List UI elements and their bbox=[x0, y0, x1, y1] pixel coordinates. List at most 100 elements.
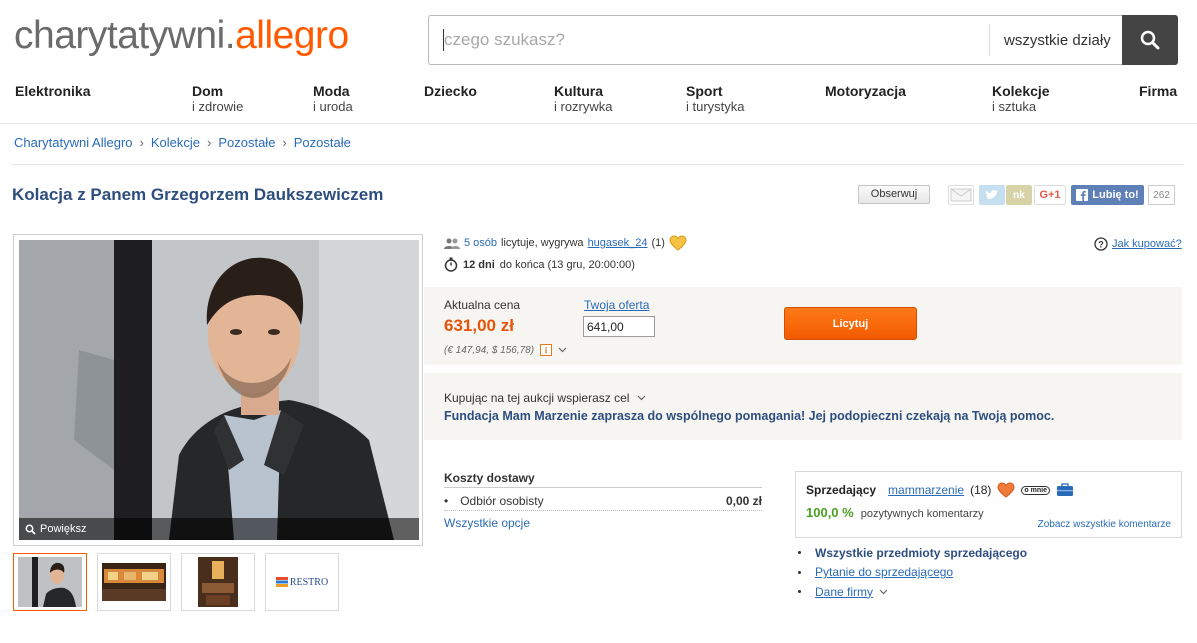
category-label: Moda bbox=[313, 83, 350, 99]
envelope-icon bbox=[950, 188, 972, 202]
site-logo[interactable]: charytatywni.allegro bbox=[14, 14, 349, 58]
search-input[interactable] bbox=[429, 16, 989, 64]
how-to-buy-label: Jak kupować? bbox=[1112, 238, 1182, 250]
about-me-badge[interactable]: o mnie bbox=[1021, 485, 1050, 495]
your-offer-label[interactable]: Twoja oferta bbox=[584, 298, 649, 312]
category-kultura[interactable]: Kultura i rozrywka bbox=[554, 83, 613, 115]
list-item: Pytanie do sprzedającego bbox=[798, 563, 1027, 583]
category-firma[interactable]: Firma bbox=[1139, 84, 1177, 99]
like-count: 262 bbox=[1148, 185, 1175, 205]
breadcrumb-item[interactable]: Pozostałe bbox=[218, 135, 275, 150]
category-nav: Elektronika Dom i zdrowie Moda i uroda Dzi… bbox=[0, 84, 1197, 124]
ask-seller-link[interactable]: Pytanie do sprzedającego bbox=[815, 565, 953, 579]
main-image-frame[interactable]: Powiększ bbox=[13, 234, 423, 546]
breadcrumb-item[interactable]: Pozostałe bbox=[294, 135, 351, 150]
seller-box: Sprzedający mammarzenie (18) o mnie 100,… bbox=[795, 471, 1182, 538]
thumbnail-2[interactable] bbox=[97, 553, 171, 611]
bullet bbox=[798, 590, 801, 594]
shipping-method: • Odbiór osobisty bbox=[444, 494, 544, 508]
main-product-photo[interactable]: Powiększ bbox=[19, 240, 419, 540]
charity-label-text: Kupując na tej aukcji wspierasz cel bbox=[444, 391, 630, 405]
like-label: Lubię to! bbox=[1092, 189, 1139, 201]
man-in-suit-photo bbox=[19, 240, 419, 540]
charity-label[interactable]: Kupując na tej aukcji wspierasz cel bbox=[444, 391, 646, 405]
facebook-like-button[interactable]: Lubię to! bbox=[1071, 185, 1144, 205]
currency-conversion: (€ 147,94, $ 156,78) i bbox=[444, 344, 567, 356]
category-moda[interactable]: Moda i uroda bbox=[313, 83, 353, 115]
zoom-button[interactable]: Powiększ bbox=[19, 518, 419, 540]
end-time: do końca (13 gru, 20:00:00) bbox=[499, 258, 635, 271]
category-dom[interactable]: Dom i zdrowie bbox=[192, 84, 244, 115]
twitter-share-button[interactable] bbox=[979, 185, 1005, 205]
text-cursor bbox=[443, 29, 444, 51]
breadcrumb-separator: › bbox=[282, 135, 287, 150]
category-label: Kultura bbox=[554, 83, 603, 99]
seller-row: Sprzedający mammarzenie (18) o mnie bbox=[806, 482, 1074, 498]
email-share-button[interactable] bbox=[948, 185, 974, 205]
help-circle-icon: ? bbox=[1094, 237, 1108, 251]
company-data-link[interactable]: Dane firmy bbox=[815, 585, 873, 599]
all-shipping-options-link[interactable]: Wszystkie opcje bbox=[444, 516, 530, 530]
bidders-info: 5 osób licytuje, wygrywa hugasek_24 (1) bbox=[444, 235, 687, 251]
shipping-heading: Koszty dostawy bbox=[444, 471, 762, 488]
people-icon bbox=[444, 238, 460, 249]
thumbnail-4[interactable]: RESTRO bbox=[265, 553, 339, 611]
bid-button[interactable]: Licytuj bbox=[784, 307, 917, 340]
observe-button[interactable]: Obserwuj bbox=[858, 185, 930, 204]
category-label: Firma bbox=[1139, 83, 1178, 99]
how-to-buy-link[interactable]: ? Jak kupować? bbox=[1094, 237, 1182, 251]
breadcrumb-separator: › bbox=[139, 135, 144, 150]
all-comments-link[interactable]: Zobacz wszystkie komentarze bbox=[1038, 519, 1171, 530]
heart-icon bbox=[997, 482, 1015, 498]
restro-logo-text: RESTRO bbox=[289, 576, 329, 588]
stopwatch-icon bbox=[444, 257, 458, 272]
conversion-text: (€ 147,94, $ 156,78) bbox=[444, 344, 535, 356]
list-item: Wszystkie przedmioty sprzedającego bbox=[798, 543, 1027, 563]
bidders-link[interactable]: 5 osób bbox=[464, 237, 497, 249]
current-price: 631,00 zł bbox=[444, 316, 514, 335]
seller-name-link[interactable]: mammarzenie bbox=[888, 483, 964, 497]
charity-description: Fundacja Mam Marzenie zaprasza do wspóln… bbox=[444, 409, 1055, 423]
thumbnail-1[interactable] bbox=[13, 553, 87, 611]
nk-share-button[interactable]: nk bbox=[1006, 185, 1032, 205]
category-label: Sport bbox=[686, 83, 723, 99]
winner-link[interactable]: hugasek_24 bbox=[588, 237, 648, 249]
breadcrumb-separator: › bbox=[206, 135, 212, 150]
category-elektronika[interactable]: Elektronika bbox=[15, 84, 90, 99]
winner-score: (1) bbox=[651, 237, 665, 249]
divider bbox=[12, 164, 1184, 165]
category-sublabel: i sztuka bbox=[992, 99, 1037, 114]
all-seller-items-link[interactable]: Wszystkie przedmioty sprzedającego bbox=[815, 546, 1027, 560]
time-left: 12 dni do końca (13 gru, 20:00:00) bbox=[444, 257, 635, 272]
offer-input[interactable] bbox=[583, 316, 655, 337]
thumbnail-3[interactable] bbox=[181, 553, 255, 611]
category-sport[interactable]: Sport i turystyka bbox=[686, 83, 745, 115]
facebook-icon bbox=[1076, 189, 1089, 201]
charity-panel bbox=[424, 373, 1182, 440]
google-plus-button[interactable]: G+1 bbox=[1034, 185, 1066, 205]
category-dziecko[interactable]: Dziecko bbox=[424, 84, 477, 99]
breadcrumb-item[interactable]: Kolekcje bbox=[151, 135, 200, 150]
shipping-method-label: Odbiór osobisty bbox=[460, 494, 544, 508]
category-motoryzacja[interactable]: Motoryzacja bbox=[825, 84, 906, 99]
info-icon[interactable]: i bbox=[540, 344, 553, 356]
chevron-down-icon[interactable] bbox=[558, 347, 567, 353]
chevron-down-icon[interactable] bbox=[879, 589, 888, 595]
category-kolekcje[interactable]: Kolekcje i sztuka bbox=[992, 84, 1050, 115]
magnifier-icon bbox=[25, 524, 36, 535]
days-left: 12 dni bbox=[463, 258, 495, 271]
breadcrumb-item[interactable]: Charytatywni Allegro bbox=[14, 135, 133, 150]
search-button[interactable] bbox=[1122, 15, 1178, 65]
thumbnail-dining-room bbox=[198, 557, 238, 607]
department-label: wszystkie działy bbox=[1004, 31, 1111, 49]
restro-logo: RESTRO bbox=[275, 576, 329, 588]
category-sublabel: i uroda bbox=[313, 99, 353, 114]
list-item: Dane firmy bbox=[798, 582, 1027, 602]
category-label: Motoryzacja bbox=[825, 83, 906, 99]
seller-links: Wszystkie przedmioty sprzedającego Pytan… bbox=[798, 543, 1027, 602]
seller-rating: 100,0 % pozytywnych komentarzy bbox=[806, 505, 984, 520]
bullet bbox=[798, 551, 801, 555]
category-sublabel: i zdrowie bbox=[192, 99, 244, 114]
logo-text-charytatywni: charytatywni. bbox=[14, 14, 236, 57]
category-label: Elektronika bbox=[15, 83, 91, 99]
